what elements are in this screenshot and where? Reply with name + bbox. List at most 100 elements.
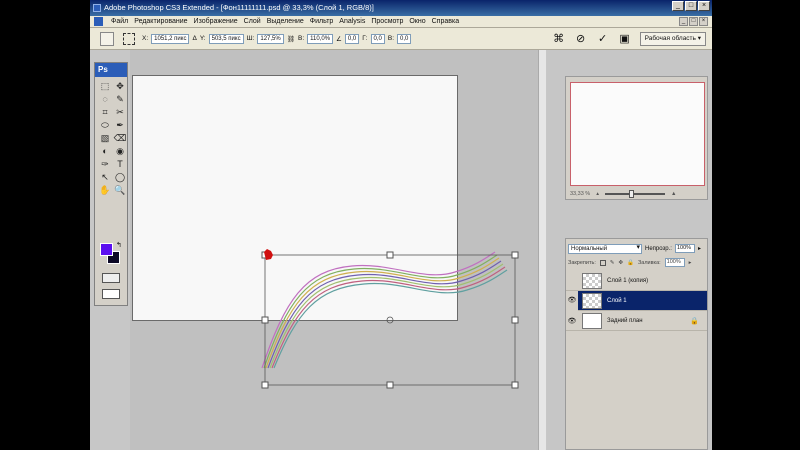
delta-icon[interactable]: Δ	[192, 35, 196, 42]
layer-name: Задний план	[607, 317, 643, 324]
doc-restore-button[interactable]: □	[689, 17, 698, 26]
move-tool-icon[interactable]: ✥	[113, 80, 127, 92]
eye-icon[interactable]: 👁	[566, 290, 578, 311]
fill-arrow-icon[interactable]: ▸	[689, 260, 692, 266]
options-bar: X: 1051,2 пикс Δ Y: 503,5 пикс Ш: 127,5%…	[90, 28, 712, 50]
layers-lock-row: Закрепить: ✎ ✥ 🔒 Заливка: 100% ▸	[568, 257, 707, 268]
photoshop-window: Adobe Photoshop CS3 Extended - [Фон11111…	[90, 0, 712, 450]
menu-help[interactable]: Справка	[432, 18, 459, 25]
ps-logo-icon	[94, 17, 103, 26]
title-bar: Adobe Photoshop CS3 Extended - [Фон11111…	[90, 0, 712, 16]
tool-preset-picker[interactable]	[100, 31, 114, 46]
v-skew-field[interactable]: 0,0	[397, 33, 412, 44]
shape-tool-icon[interactable]: ◯	[113, 171, 127, 183]
navigator-thumbnail[interactable]	[570, 82, 705, 186]
navigator-zoom-value[interactable]: 33,33 %	[570, 191, 590, 197]
lasso-tool-icon[interactable]: ◌	[98, 93, 112, 105]
bridge-icon[interactable]: ▣	[618, 32, 632, 46]
menu-select[interactable]: Выделение	[267, 18, 304, 25]
eraser-tool-icon[interactable]: ⌫	[113, 132, 127, 144]
w-label: Ш:	[246, 35, 255, 42]
opacity-field[interactable]: 100%	[674, 244, 695, 253]
lock-all-icon[interactable]: 🔒	[627, 260, 634, 266]
stamp-tool-icon[interactable]: ▧	[98, 132, 112, 144]
layer-thumbnail	[582, 312, 602, 329]
quick-mask-icon[interactable]	[102, 273, 120, 283]
zoom-slider[interactable]	[604, 190, 665, 198]
pen-tool-icon[interactable]: ✑	[98, 158, 112, 170]
h-label: В:	[297, 35, 305, 42]
vertical-scrollbar[interactable]	[538, 50, 546, 450]
menu-filter[interactable]: Фильтр	[310, 18, 334, 25]
layer-name: Слой 1 (копия)	[607, 277, 649, 284]
layer-name: Слой 1	[607, 297, 627, 304]
tool-grid: ⬚ ✥ ◌ ✎ ⌗ ✂ ⬭ ✒ ▧ ⌫ ◐ ◉ ✑ T ↖ ◯ ✋ 🔍	[95, 77, 127, 199]
layers-blend-row: Нормальный Непрозр.: 100% ▸	[568, 243, 707, 254]
menu-window[interactable]: Окно	[409, 18, 425, 25]
type-tool-icon[interactable]: T	[113, 158, 127, 170]
marquee-tool-icon[interactable]: ⬚	[98, 80, 112, 92]
menu-view[interactable]: Просмотр	[371, 18, 403, 25]
minimize-button[interactable]: _	[672, 1, 684, 11]
commit-transform-icon[interactable]: ✓	[596, 32, 610, 46]
x-label: X:	[142, 35, 149, 42]
slice-tool-icon[interactable]: ✂	[113, 106, 127, 118]
path-select-tool-icon[interactable]: ↖	[98, 171, 112, 183]
right-panels: 33,33 % ▴ ▲ Нормальный Непрозр.: 100% ▸ …	[547, 50, 712, 450]
lock-transparency-icon[interactable]	[599, 259, 606, 266]
y-label: Y:	[199, 35, 206, 42]
workspace-button[interactable]: Рабочая область ▾	[639, 32, 706, 46]
menu-file[interactable]: Файл	[111, 18, 128, 25]
x-field[interactable]: 1051,2 пикс	[151, 33, 190, 44]
eye-icon[interactable]: 👁	[566, 317, 578, 325]
magic-wand-tool-icon[interactable]: ✎	[113, 93, 127, 105]
zoom-in-icon[interactable]: ▲	[671, 191, 676, 197]
crop-tool-icon[interactable]: ⌗	[98, 106, 112, 118]
navigator-zoom-row: 33,33 % ▴ ▲	[566, 188, 707, 200]
zoom-tool-icon[interactable]: 🔍	[113, 184, 127, 196]
y-field[interactable]: 503,5 пикс	[208, 33, 244, 44]
lock-position-icon[interactable]: ✥	[618, 260, 623, 266]
v-label: В:	[387, 35, 395, 42]
lock-pixels-icon[interactable]: ✎	[610, 260, 615, 266]
window-title: Adobe Photoshop CS3 Extended - [Фон11111…	[104, 3, 374, 12]
menu-edit[interactable]: Редактирование	[134, 18, 187, 25]
blur-tool-icon[interactable]: ◐	[98, 145, 112, 157]
close-button[interactable]: ×	[698, 1, 710, 11]
layer-row-copy[interactable]: Слой 1 (копия)	[566, 271, 707, 291]
layer-row-background[interactable]: 👁 Задний план 🔒	[566, 311, 707, 331]
dodge-tool-icon[interactable]: ◉	[113, 145, 127, 157]
foreground-color-swatch[interactable]	[100, 243, 113, 256]
doc-minimize-button[interactable]: _	[679, 17, 688, 26]
doc-close-button[interactable]: ×	[699, 17, 708, 26]
screen-mode-icon[interactable]	[102, 289, 120, 299]
height-field[interactable]: 110,0%	[307, 33, 334, 44]
document-controls: _ □ ×	[679, 17, 708, 26]
healing-tool-icon[interactable]: ⬭	[98, 119, 112, 131]
warp-icon[interactable]: ⌘	[552, 32, 566, 46]
brush-tool-icon[interactable]: ✒	[113, 119, 127, 131]
width-field[interactable]: 127,5%	[257, 33, 284, 44]
layer-thumbnail	[582, 292, 602, 309]
maximize-button[interactable]: □	[685, 1, 697, 11]
reference-point-icon[interactable]	[123, 32, 135, 45]
cancel-transform-icon[interactable]: ⊘	[574, 32, 588, 46]
h-skew-field[interactable]: 0,0	[370, 33, 385, 44]
menu-layer[interactable]: Слой	[244, 18, 261, 25]
blend-mode-select[interactable]: Нормальный	[568, 243, 642, 254]
opacity-arrow-icon[interactable]: ▸	[698, 245, 701, 252]
swap-colors-icon[interactable]: ↰	[116, 241, 122, 249]
fill-field[interactable]: 100%	[664, 258, 685, 267]
zoom-out-icon[interactable]: ▴	[596, 191, 599, 197]
menu-analysis[interactable]: Analysis	[339, 18, 365, 25]
hand-tool-icon[interactable]: ✋	[98, 184, 112, 196]
menu-bar: Файл Редактирование Изображение Слой Выд…	[90, 16, 712, 28]
layer-row-selected[interactable]: 👁 Слой 1	[566, 290, 707, 311]
window-controls: _ □ ×	[672, 1, 710, 11]
link-icon[interactable]: ⛓	[287, 35, 295, 43]
g-label: Г:	[362, 35, 368, 42]
angle-field[interactable]: 0,0	[344, 33, 360, 44]
layers-panel: Нормальный Непрозр.: 100% ▸ Закрепить: ✎…	[565, 238, 708, 450]
menu-image[interactable]: Изображение	[194, 18, 238, 25]
document-canvas[interactable]	[132, 75, 458, 321]
